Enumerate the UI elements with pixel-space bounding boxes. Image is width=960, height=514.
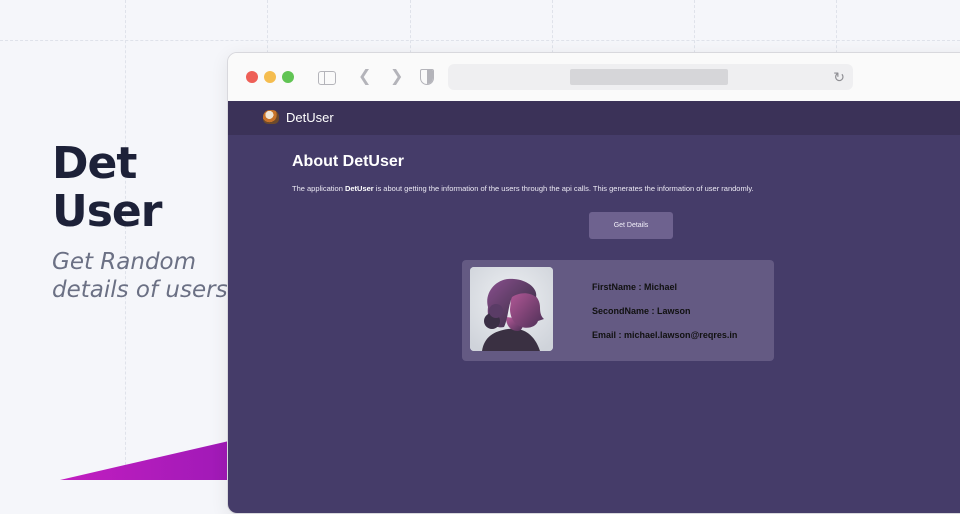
sidebar-toggle-icon[interactable] (318, 71, 336, 85)
grid-line (125, 0, 126, 480)
shield-icon[interactable] (420, 69, 434, 85)
hero-subtitle-line: details of users (52, 277, 228, 303)
logo-icon[interactable] (263, 110, 279, 124)
close-window-icon[interactable] (246, 71, 258, 83)
hero-title-line: User (52, 186, 162, 237)
about-text-prefix: The application (292, 184, 345, 193)
navbar: DetUser (228, 101, 960, 135)
reload-icon[interactable]: ↻ (833, 68, 845, 86)
app-page: DetUser About DetUser The application De… (228, 101, 960, 513)
brand-name[interactable]: DetUser (286, 110, 334, 126)
avatar-portrait-image (470, 267, 553, 351)
hero-title-line: Det (52, 138, 137, 189)
email-text: Email : michael.lawson@reqres.in (592, 330, 738, 340)
forward-icon[interactable]: ❯ (390, 67, 403, 87)
second-name-text: SecondName : Lawson (592, 306, 691, 316)
maximize-window-icon[interactable] (282, 71, 294, 83)
about-text-brand: DetUser (344, 184, 374, 193)
address-bar-text (570, 69, 728, 85)
page-title: About DetUser (292, 153, 405, 170)
hero-title: Det User (52, 138, 162, 237)
browser-window: ❮ ❯ ↻ DetUser About DetUser The applicat… (227, 52, 960, 514)
get-details-button[interactable]: Get Details (589, 212, 673, 239)
minimize-window-icon[interactable] (264, 71, 276, 83)
hero-subtitle: Get Random details of users (52, 248, 228, 304)
about-text-suffix: is about getting the information of the … (373, 184, 754, 193)
avatar (470, 267, 553, 351)
back-icon[interactable]: ❮ (358, 67, 371, 87)
browser-titlebar: ❮ ❯ ↻ (228, 53, 960, 101)
about-description: The application DetUser is about getting… (292, 184, 754, 194)
grid-line (0, 40, 960, 41)
hero-subtitle-line: Get Random (52, 249, 197, 275)
user-card: FirstName : Michael SecondName : Lawson … (462, 260, 774, 361)
first-name-text: FirstName : Michael (592, 282, 678, 292)
address-bar[interactable]: ↻ (448, 64, 853, 90)
